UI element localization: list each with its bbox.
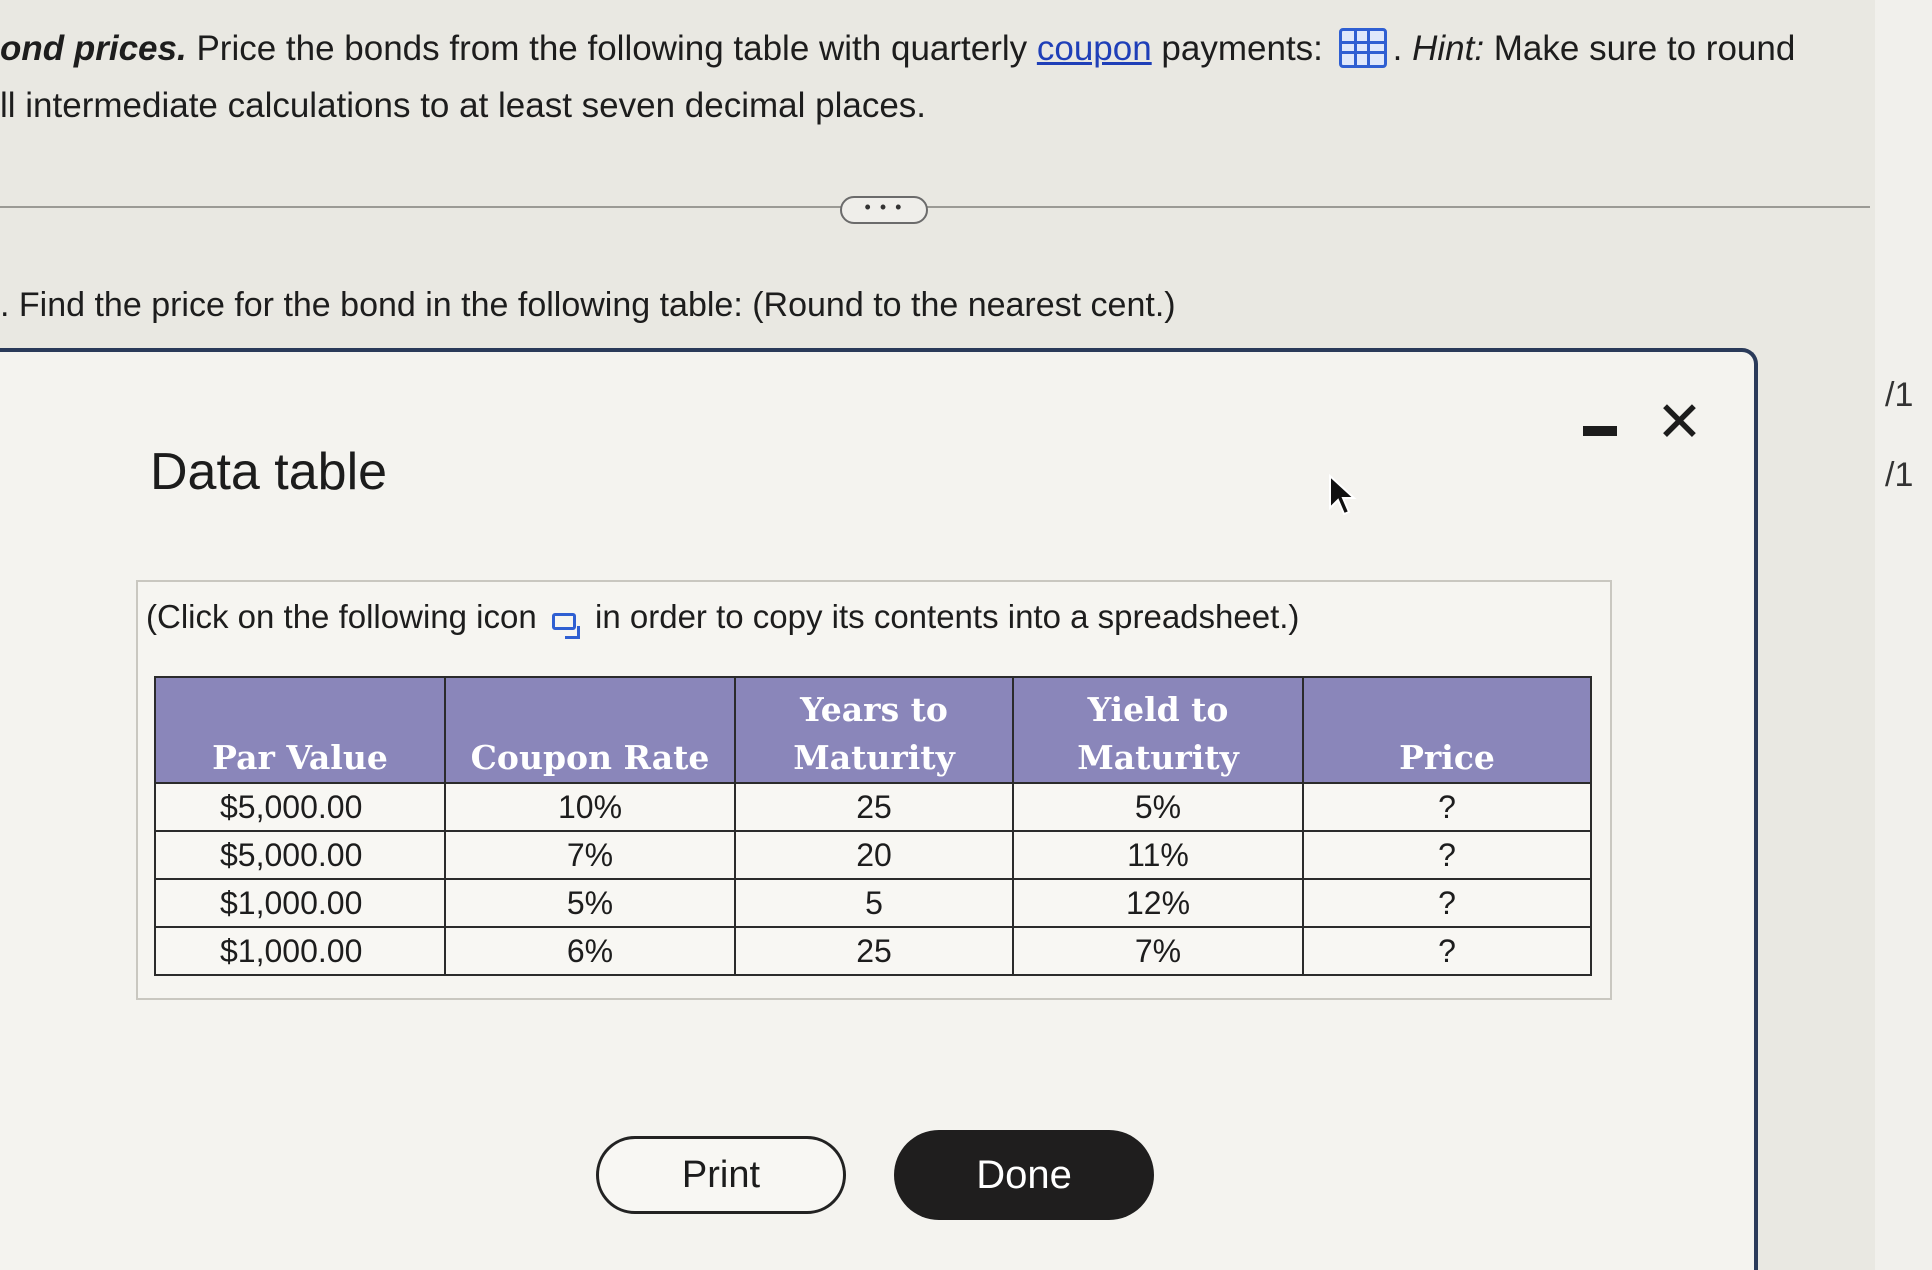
cell-coupon-rate: 6% xyxy=(444,926,736,976)
question-line-2: ll intermediate calculations to at least… xyxy=(0,86,927,125)
table-grid-icon[interactable] xyxy=(1338,28,1387,68)
bond-data-table: Par Value Coupon Rate Years to Maturity … xyxy=(154,676,1592,976)
print-button[interactable]: Print xyxy=(596,1136,846,1214)
question-text-2: payments: xyxy=(1151,29,1333,68)
cell-years: 25 xyxy=(734,926,1014,976)
cell-yield: 5% xyxy=(1012,782,1304,832)
cell-coupon-rate: 10% xyxy=(444,782,736,832)
side-score-2: /1 xyxy=(1885,456,1914,494)
part-a-prompt: . Find the price for the bond in the fol… xyxy=(0,286,1176,324)
expand-button[interactable]: • • • xyxy=(840,196,928,224)
cell-par-value: $1,000.00 xyxy=(154,926,446,976)
copy-to-spreadsheet-icon[interactable] xyxy=(551,613,580,639)
copy-instruction: (Click on the following icon in order to… xyxy=(146,598,1300,639)
mouse-cursor-icon xyxy=(1329,474,1357,516)
close-icon[interactable]: ✕ xyxy=(1656,392,1703,452)
section-divider xyxy=(0,206,1870,208)
cell-par-value: $5,000.00 xyxy=(154,830,446,880)
side-score-1: /1 xyxy=(1885,376,1914,414)
cell-price: ? xyxy=(1302,878,1592,928)
question-title: ond prices. xyxy=(0,29,187,68)
cell-years: 5 xyxy=(734,878,1014,928)
header-years-to-maturity: Years to Maturity xyxy=(734,676,1014,784)
data-panel: (Click on the following icon in order to… xyxy=(136,580,1612,1000)
table-row: $1,000.00 5% 5 12% ? xyxy=(154,878,1592,928)
question-text-3: . xyxy=(1392,29,1413,68)
table-header-row: Par Value Coupon Rate Years to Maturity … xyxy=(154,676,1592,784)
cell-par-value: $1,000.00 xyxy=(154,878,446,928)
done-button[interactable]: Done xyxy=(894,1130,1154,1220)
header-par-value: Par Value xyxy=(154,676,446,784)
side-panel xyxy=(1875,0,1932,1270)
instruction-text-before: (Click on the following icon xyxy=(146,598,537,635)
cell-yield: 7% xyxy=(1012,926,1304,976)
cell-years: 20 xyxy=(734,830,1014,880)
coupon-link[interactable]: coupon xyxy=(1037,29,1152,68)
cell-years: 25 xyxy=(734,782,1014,832)
header-coupon-rate: Coupon Rate xyxy=(444,676,736,784)
minimize-icon[interactable] xyxy=(1583,426,1617,436)
header-price: Price xyxy=(1302,676,1592,784)
cell-yield: 11% xyxy=(1012,830,1304,880)
cell-yield: 12% xyxy=(1012,878,1304,928)
hint-label: Hint: xyxy=(1412,29,1485,68)
table-row: $5,000.00 7% 20 11% ? xyxy=(154,830,1592,880)
question-text-1: Price the bonds from the following table… xyxy=(186,29,1037,68)
cell-price: ? xyxy=(1302,926,1592,976)
header-yield-to-maturity: Yield to Maturity xyxy=(1012,676,1304,784)
hint-text: Make sure to round xyxy=(1484,29,1796,68)
cell-par-value: $5,000.00 xyxy=(154,782,446,832)
data-table-dialog: Data table ✕ (Click on the following ico… xyxy=(0,348,1758,1270)
table-row: $1,000.00 6% 25 7% ? xyxy=(154,926,1592,976)
cell-coupon-rate: 7% xyxy=(444,830,736,880)
cell-price: ? xyxy=(1302,830,1592,880)
dialog-title: Data table xyxy=(150,443,388,501)
cell-coupon-rate: 5% xyxy=(444,878,736,928)
question-line-1: ond prices. Price the bonds from the fol… xyxy=(0,28,1795,69)
cell-price: ? xyxy=(1302,782,1592,832)
table-row: $5,000.00 10% 25 5% ? xyxy=(154,782,1592,832)
instruction-text-after: in order to copy its contents into a spr… xyxy=(595,598,1300,635)
